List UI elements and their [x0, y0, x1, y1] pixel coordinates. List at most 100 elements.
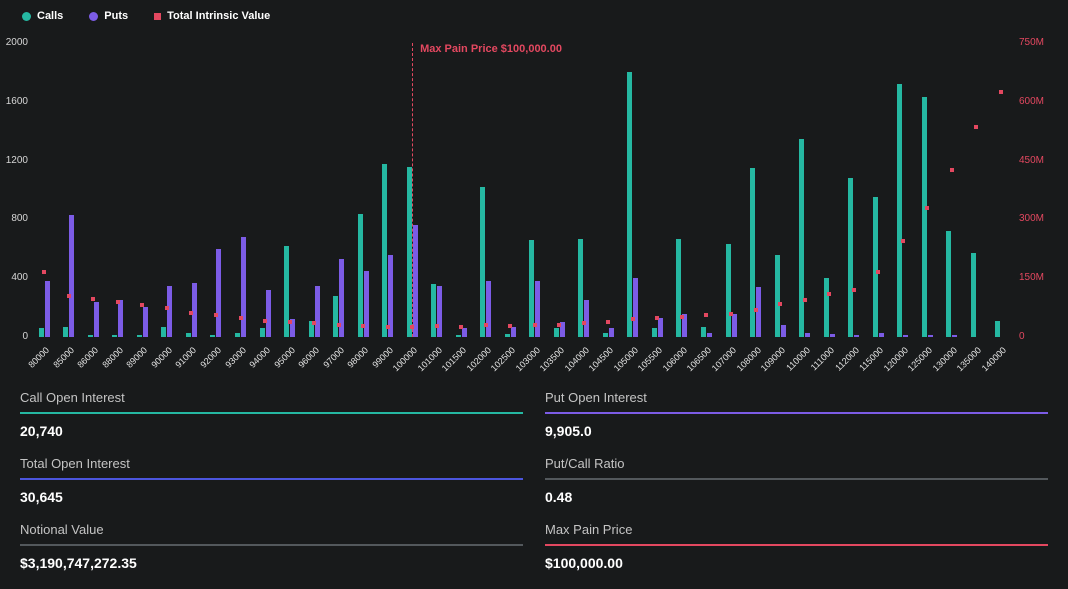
puts-bar[interactable]: [830, 334, 835, 337]
calls-bar[interactable]: [480, 187, 485, 337]
total-intrinsic-value-point[interactable]: [116, 300, 120, 304]
calls-bar[interactable]: [161, 327, 166, 337]
total-intrinsic-value-point[interactable]: [803, 298, 807, 302]
calls-bar[interactable]: [676, 239, 681, 338]
total-intrinsic-value-point[interactable]: [484, 323, 488, 327]
total-intrinsic-value-point[interactable]: [435, 324, 439, 328]
total-intrinsic-value-point[interactable]: [925, 206, 929, 210]
total-intrinsic-value-point[interactable]: [533, 323, 537, 327]
puts-bar[interactable]: [952, 335, 957, 337]
total-intrinsic-value-point[interactable]: [974, 125, 978, 129]
puts-bar[interactable]: [266, 290, 271, 337]
calls-bar[interactable]: [333, 296, 338, 337]
total-intrinsic-value-point[interactable]: [214, 313, 218, 317]
puts-bar[interactable]: [437, 286, 442, 337]
puts-bar[interactable]: [658, 318, 663, 337]
total-intrinsic-value-point[interactable]: [288, 320, 292, 324]
calls-bar[interactable]: [554, 328, 559, 337]
chart-plot-area[interactable]: Max Pain Price $100,000.00: [32, 43, 1013, 337]
calls-bar[interactable]: [186, 333, 191, 337]
total-intrinsic-value-point[interactable]: [361, 324, 365, 328]
total-intrinsic-value-point[interactable]: [704, 313, 708, 317]
calls-bar[interactable]: [799, 139, 804, 338]
total-intrinsic-value-point[interactable]: [631, 317, 635, 321]
puts-bar[interactable]: [609, 328, 614, 337]
total-intrinsic-value-point[interactable]: [312, 321, 316, 325]
calls-bar[interactable]: [775, 255, 780, 337]
puts-bar[interactable]: [462, 328, 467, 337]
total-intrinsic-value-point[interactable]: [827, 292, 831, 296]
calls-bar[interactable]: [63, 327, 68, 337]
total-intrinsic-value-point[interactable]: [189, 311, 193, 315]
puts-bar[interactable]: [879, 333, 884, 337]
calls-bar[interactable]: [88, 335, 93, 337]
total-intrinsic-value-point[interactable]: [876, 270, 880, 274]
calls-bar[interactable]: [112, 335, 117, 337]
puts-bar[interactable]: [118, 300, 123, 337]
puts-bar[interactable]: [486, 281, 491, 337]
calls-bar[interactable]: [431, 284, 436, 337]
calls-bar[interactable]: [210, 335, 215, 337]
legend-item-calls[interactable]: Calls: [22, 10, 63, 22]
calls-bar[interactable]: [995, 321, 1000, 337]
calls-bar[interactable]: [701, 327, 706, 337]
calls-bar[interactable]: [235, 333, 240, 337]
total-intrinsic-value-point[interactable]: [950, 168, 954, 172]
calls-bar[interactable]: [260, 328, 265, 337]
total-intrinsic-value-point[interactable]: [67, 294, 71, 298]
puts-bar[interactable]: [903, 335, 908, 337]
calls-bar[interactable]: [603, 333, 608, 337]
puts-bar[interactable]: [854, 335, 859, 337]
total-intrinsic-value-point[interactable]: [263, 319, 267, 323]
total-intrinsic-value-point[interactable]: [91, 297, 95, 301]
calls-bar[interactable]: [505, 334, 510, 337]
calls-bar[interactable]: [137, 335, 142, 337]
puts-bar[interactable]: [756, 287, 761, 337]
puts-bar[interactable]: [732, 314, 737, 338]
total-intrinsic-value-point[interactable]: [42, 270, 46, 274]
puts-bar[interactable]: [45, 281, 50, 337]
puts-bar[interactable]: [535, 281, 540, 337]
total-intrinsic-value-point[interactable]: [680, 315, 684, 319]
puts-bar[interactable]: [707, 333, 712, 337]
puts-bar[interactable]: [413, 225, 418, 337]
calls-bar[interactable]: [873, 197, 878, 337]
calls-bar[interactable]: [382, 164, 387, 338]
puts-bar[interactable]: [216, 249, 221, 337]
calls-bar[interactable]: [456, 335, 461, 337]
total-intrinsic-value-point[interactable]: [901, 239, 905, 243]
calls-bar[interactable]: [652, 328, 657, 337]
calls-bar[interactable]: [407, 167, 412, 338]
total-intrinsic-value-point[interactable]: [754, 308, 758, 312]
total-intrinsic-value-point[interactable]: [582, 321, 586, 325]
total-intrinsic-value-point[interactable]: [165, 306, 169, 310]
calls-bar[interactable]: [848, 178, 853, 337]
total-intrinsic-value-point[interactable]: [386, 325, 390, 329]
puts-bar[interactable]: [315, 286, 320, 337]
calls-bar[interactable]: [39, 328, 44, 337]
total-intrinsic-value-point[interactable]: [655, 316, 659, 320]
total-intrinsic-value-point[interactable]: [778, 302, 782, 306]
calls-bar[interactable]: [726, 244, 731, 337]
puts-bar[interactable]: [241, 237, 246, 337]
legend-item-total-intrinsic-value[interactable]: Total Intrinsic Value: [154, 10, 270, 22]
puts-bar[interactable]: [781, 325, 786, 337]
total-intrinsic-value-point[interactable]: [557, 323, 561, 327]
calls-bar[interactable]: [946, 231, 951, 337]
total-intrinsic-value-point[interactable]: [239, 316, 243, 320]
total-intrinsic-value-point[interactable]: [729, 312, 733, 316]
puts-bar[interactable]: [167, 286, 172, 337]
calls-bar[interactable]: [358, 214, 363, 338]
total-intrinsic-value-point[interactable]: [337, 323, 341, 327]
total-intrinsic-value-point[interactable]: [606, 320, 610, 324]
calls-bar[interactable]: [971, 253, 976, 337]
calls-bar[interactable]: [824, 278, 829, 337]
total-intrinsic-value-point[interactable]: [140, 303, 144, 307]
puts-bar[interactable]: [94, 302, 99, 337]
calls-bar[interactable]: [897, 84, 902, 337]
puts-bar[interactable]: [584, 300, 589, 337]
puts-bar[interactable]: [143, 307, 148, 337]
total-intrinsic-value-point[interactable]: [999, 90, 1003, 94]
puts-bar[interactable]: [805, 333, 810, 337]
puts-bar[interactable]: [69, 215, 74, 337]
